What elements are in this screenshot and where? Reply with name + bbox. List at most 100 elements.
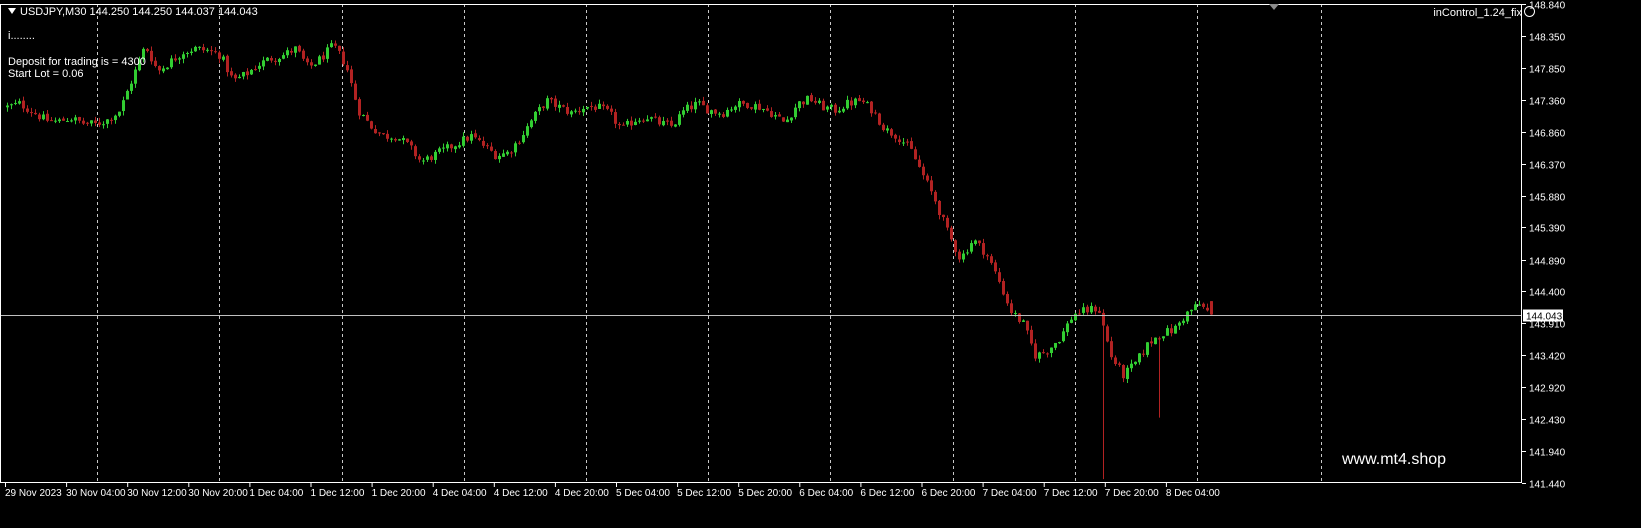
y-tick-label: 145.390 [1529, 224, 1566, 235]
candle-body [714, 109, 717, 114]
y-tick-label: 141.440 [1529, 480, 1566, 491]
candle-body [126, 90, 129, 100]
y-tick-label: 145.880 [1529, 193, 1566, 204]
candle-body [314, 64, 317, 66]
candlestick-chart[interactable]: 144.043 148.840148.350147.850147.360146.… [0, 0, 1641, 528]
candle-body [734, 106, 737, 110]
x-tick-label: 30 Nov 12:00 [127, 488, 187, 499]
candle-body [834, 104, 837, 113]
candle-body [510, 152, 513, 154]
candle-body [582, 108, 585, 113]
candle-body [1086, 306, 1089, 313]
candle-body [334, 43, 337, 46]
candle-body [182, 54, 185, 59]
candle-body [594, 106, 597, 110]
candle-body [962, 253, 965, 260]
x-tick-label: 7 Dec 04:00 [983, 488, 1037, 499]
candle-body [558, 104, 561, 108]
candle-body [190, 51, 193, 53]
candle-body [1002, 281, 1005, 295]
candle-body [1038, 352, 1041, 359]
dropdown-triangle-icon[interactable] [8, 8, 16, 14]
candle-body [22, 100, 25, 109]
candle-body [438, 148, 441, 152]
candle-body [1138, 353, 1141, 363]
candle-body [66, 121, 69, 123]
candle-body [1042, 352, 1045, 354]
chart-window[interactable]: 144.043 148.840 148.350 147.850 147.360 146.… [0, 0, 1641, 528]
candle-body [266, 57, 269, 61]
candle-body [102, 124, 105, 126]
candle-body [462, 136, 465, 146]
candle-body [794, 107, 797, 118]
candle-body [1082, 307, 1085, 313]
candle-body [574, 110, 577, 112]
candle-body [470, 134, 473, 141]
candle-body [842, 108, 845, 112]
candle-body [146, 49, 149, 51]
candle-body [710, 110, 713, 114]
candle-body [354, 83, 357, 100]
symbol-quote-text: USDJPY,M30 144.250 144.250 144.037 144.0… [20, 6, 258, 18]
candle-body [978, 240, 981, 244]
candle-body [546, 98, 549, 109]
candle-body [954, 240, 957, 252]
candle-body [1018, 313, 1021, 322]
candle-body [702, 100, 705, 106]
candle-body [642, 120, 645, 122]
symbol-info[interactable]: USDJPY,M30 144.250 144.250 144.037 144.0… [8, 6, 258, 18]
y-tick-label: 142.430 [1529, 416, 1566, 427]
candle-body [374, 129, 377, 134]
candle-body [982, 243, 985, 255]
candle-body [878, 113, 881, 125]
candle-body [30, 112, 33, 114]
candle-body [1046, 353, 1049, 355]
candle-body [826, 106, 829, 110]
x-tick-label: 6 Dec 20:00 [922, 488, 976, 499]
candle-body [166, 67, 169, 70]
y-tick-label: 144.400 [1529, 288, 1566, 299]
candle-body [974, 240, 977, 244]
candle-body [566, 106, 569, 114]
candle-body [418, 156, 421, 160]
indicator-label[interactable]: inControl_1.24_fix [1433, 6, 1535, 19]
candle-body [490, 146, 493, 151]
candle-body [1130, 363, 1133, 369]
candle-body [94, 120, 97, 123]
candle-body [1094, 306, 1097, 312]
candle-body [1006, 293, 1009, 304]
candle-body [178, 58, 181, 60]
candle-body [1058, 342, 1061, 344]
y-tick-label: 143.420 [1529, 352, 1566, 363]
candle-body [378, 132, 381, 134]
candle-body [458, 145, 461, 148]
candle-body [294, 46, 297, 53]
candle-body [1190, 309, 1193, 312]
candle-body [150, 50, 153, 62]
candle-body [1134, 361, 1137, 365]
chart-shift-marker-icon[interactable] [1269, 4, 1279, 10]
candle-body [894, 134, 897, 139]
candle-body [850, 100, 853, 106]
candle-body [1126, 367, 1129, 379]
candle-body [786, 119, 789, 123]
candle-body [278, 58, 281, 63]
candle-body [134, 69, 137, 84]
candle-body [522, 135, 525, 143]
candle-body [778, 114, 781, 117]
candle-body [870, 101, 873, 114]
candle-body [502, 153, 505, 157]
candle-body [326, 47, 329, 59]
candle-body [6, 105, 9, 108]
candle-body [638, 120, 641, 122]
y-tick-label: 143.910 [1529, 320, 1566, 331]
candle-body [202, 47, 205, 51]
candle-body [442, 147, 445, 149]
candle-body [882, 124, 885, 131]
candle-body [634, 121, 637, 126]
candle-body [898, 139, 901, 143]
candle-body [998, 272, 1001, 282]
candle-body [98, 122, 101, 125]
candle-body [118, 111, 121, 116]
candle-body [238, 76, 241, 79]
